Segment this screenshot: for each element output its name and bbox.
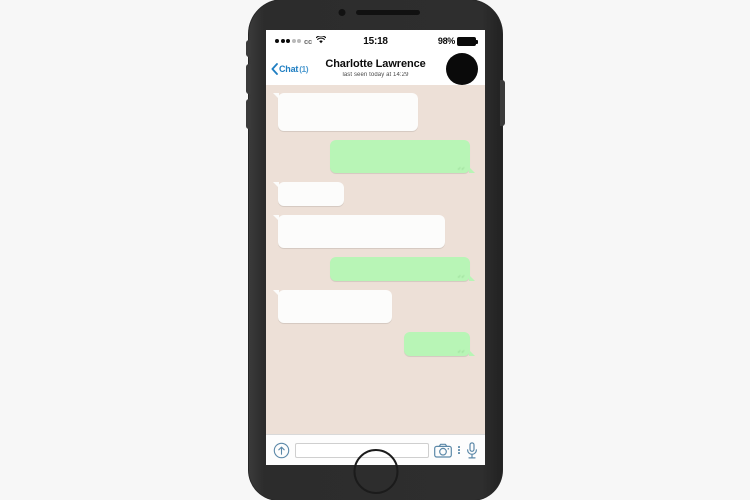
- message-bubble-incoming[interactable]: [273, 182, 344, 206]
- front-camera-icon: [338, 9, 345, 16]
- wifi-icon: [315, 35, 327, 46]
- message-bubble-incoming[interactable]: [273, 93, 418, 131]
- more-vertical-icon[interactable]: [457, 446, 461, 454]
- home-button[interactable]: [353, 449, 398, 494]
- back-button-badge: (1): [299, 63, 309, 74]
- message-status-ticks-icon: ✓✓: [457, 274, 465, 279]
- carrier-label: cc: [304, 36, 312, 46]
- attach-up-arrow-icon[interactable]: [273, 442, 290, 459]
- chevron-left-icon: [271, 62, 278, 75]
- message-row: ✓✓: [274, 332, 475, 356]
- phone-screen: cc 15:18 98% Chat (1) Charlotte Lawrence…: [266, 30, 485, 465]
- status-bar-right: 98%: [388, 36, 479, 46]
- message-row: ✓✓: [274, 140, 475, 173]
- avatar[interactable]: [446, 52, 478, 85]
- volume-down-button[interactable]: [246, 99, 251, 129]
- message-status-ticks-icon: ✓✓: [457, 349, 465, 354]
- signal-strength-icon: [275, 39, 301, 43]
- message-bubble-outgoing[interactable]: ✓✓: [330, 140, 475, 173]
- battery-icon: [457, 36, 479, 46]
- power-button[interactable]: [500, 80, 505, 126]
- message-bubble-outgoing[interactable]: ✓✓: [330, 257, 475, 281]
- message-bubble-incoming[interactable]: [273, 215, 445, 248]
- status-bar: cc 15:18 98%: [266, 30, 485, 52]
- status-bar-left: cc: [275, 35, 363, 46]
- message-bubble-outgoing[interactable]: ✓✓: [404, 332, 475, 356]
- camera-icon[interactable]: [434, 443, 453, 458]
- volume-up-button[interactable]: [246, 64, 251, 94]
- phone-device: cc 15:18 98% Chat (1) Charlotte Lawrence…: [246, 0, 505, 500]
- back-button-label: Chat: [279, 63, 299, 74]
- message-row: ✓✓: [274, 257, 475, 281]
- message-status-ticks-icon: ✓✓: [457, 166, 465, 171]
- status-bar-time: 15:18: [363, 35, 388, 47]
- microphone-icon[interactable]: [466, 441, 478, 459]
- message-row: [273, 215, 475, 248]
- battery-percent-label: 98%: [437, 36, 456, 46]
- silent-switch-button[interactable]: [246, 40, 251, 57]
- message-row: [273, 182, 475, 206]
- message-bubble-incoming[interactable]: [273, 290, 392, 323]
- chat-header: Chat (1) Charlotte Lawrence last seen to…: [266, 52, 485, 85]
- earpiece-speaker: [355, 10, 420, 15]
- back-button[interactable]: Chat (1): [271, 62, 309, 75]
- message-list[interactable]: ✓✓ ✓✓ ✓✓: [266, 85, 485, 434]
- message-row: [273, 290, 475, 323]
- message-row: [273, 93, 475, 131]
